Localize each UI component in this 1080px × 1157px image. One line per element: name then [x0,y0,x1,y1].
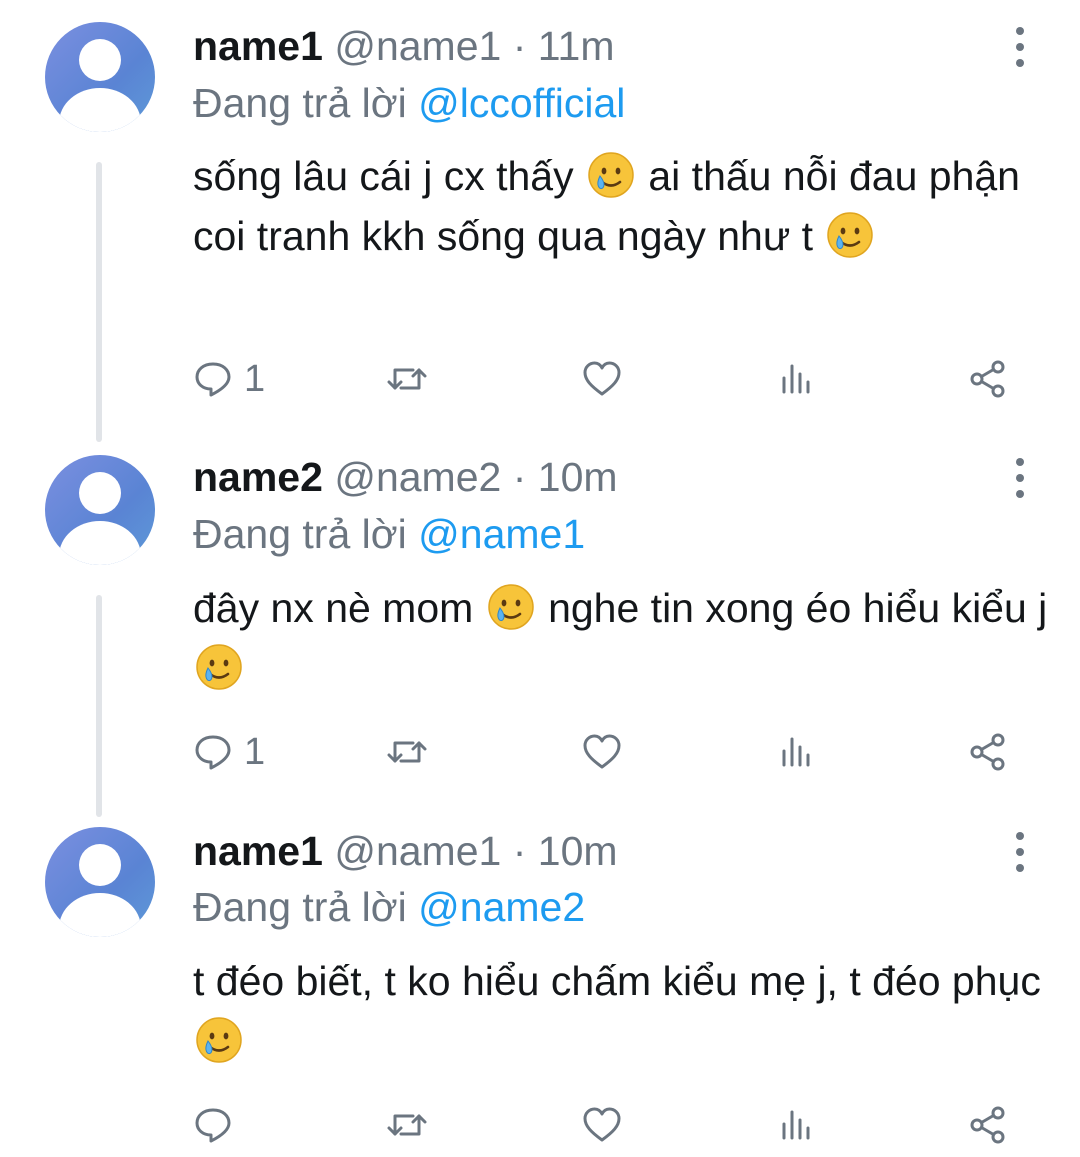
more-vertical-icon[interactable] [1008,458,1032,498]
thread-line [96,595,102,817]
tweet-header: name2 @name2 · 10m [193,453,618,501]
mention-link[interactable]: @name1 [418,511,585,557]
heart-icon [581,1104,623,1146]
analytics-button[interactable] [775,727,817,777]
like-button[interactable] [581,1100,623,1150]
reply-icon [192,358,234,400]
user-handle[interactable]: @name2 [334,454,501,500]
display-name[interactable]: name1 [193,828,323,874]
smiling-face-with-tear-icon [487,583,535,631]
avatar[interactable] [45,22,155,132]
separator-dot: · [512,454,527,500]
display-name[interactable]: name2 [193,454,323,500]
smiling-face-with-tear-icon [195,643,243,691]
more-vertical-icon[interactable] [1008,832,1032,872]
heart-icon [581,731,623,773]
share-icon [967,731,1009,773]
reply-button[interactable] [192,1100,244,1150]
reply-count: 1 [244,730,266,773]
reply-icon [192,1104,234,1146]
tweet-text-segment: đây nx nè mom [193,585,485,631]
reply-count: 1 [244,357,266,400]
avatar-body-icon [59,521,141,565]
tweet-text: t đéo biết, t ko hiểu chấm kiểu mẹ j, t … [193,951,1053,1071]
action-bar [0,1100,1080,1150]
avatar-body-icon [59,893,141,937]
analytics-button[interactable] [775,354,817,404]
retweet-button[interactable] [386,727,428,777]
tweet-text: sống lâu cái j cx thấy ai thấu nỗi đau p… [193,146,1053,266]
reply-icon [192,731,234,773]
action-bar: 1 [0,727,1080,777]
user-handle[interactable]: @name1 [334,23,501,69]
reply-button[interactable]: 1 [192,354,265,404]
timestamp[interactable]: 10m [538,828,618,874]
analytics-icon [775,731,817,773]
analytics-icon [775,358,817,400]
avatar-head-icon [79,39,121,81]
replying-label: Đang trả lời [193,884,407,930]
smiling-face-with-tear-icon [587,151,635,199]
retweet-icon [386,731,428,773]
tweet-header: name1 @name1 · 11m [193,22,615,70]
share-button[interactable] [967,727,1009,777]
separator-dot: · [512,23,527,69]
tweet-text: đây nx nè mom nghe tin xong éo hiểu kiểu… [193,578,1053,698]
like-button[interactable] [581,727,623,777]
replying-label: Đang trả lời [193,511,407,557]
share-icon [967,358,1009,400]
user-handle[interactable]: @name1 [334,828,501,874]
analytics-button[interactable] [775,1100,817,1150]
timestamp[interactable]: 10m [538,454,618,500]
share-button[interactable] [967,1100,1009,1150]
tweet-text-segment: sống lâu cái j cx thấy [193,153,585,199]
smiling-face-with-tear-icon [826,211,874,259]
more-vertical-icon[interactable] [1008,27,1032,67]
replying-to: Đang trả lời @name2 [193,883,585,931]
retweet-icon [386,1104,428,1146]
replying-to: Đang trả lời @name1 [193,510,585,558]
avatar-head-icon [79,844,121,886]
replying-to: Đang trả lời @lccofficial [193,79,625,127]
tweet-text-segment: t đéo biết, t ko hiểu chấm kiểu mẹ j, t … [193,958,1041,1004]
smiling-face-with-tear-icon [195,1016,243,1064]
analytics-icon [775,1104,817,1146]
action-bar: 1 [0,354,1080,404]
separator-dot: · [512,828,527,874]
tweet-header: name1 @name1 · 10m [193,827,618,875]
heart-icon [581,358,623,400]
avatar-head-icon [79,472,121,514]
like-button[interactable] [581,354,623,404]
tweet-text-segment: nghe tin xong éo hiểu kiểu j [536,585,1048,631]
timestamp[interactable]: 11m [538,23,615,69]
retweet-icon [386,358,428,400]
reply-button[interactable]: 1 [192,727,265,777]
mention-link[interactable]: @lccofficial [418,80,625,126]
retweet-button[interactable] [386,1100,428,1150]
replying-label: Đang trả lời [193,80,407,126]
share-icon [967,1104,1009,1146]
avatar-body-icon [59,88,141,132]
retweet-button[interactable] [386,354,428,404]
avatar[interactable] [45,455,155,565]
share-button[interactable] [967,354,1009,404]
avatar[interactable] [45,827,155,937]
mention-link[interactable]: @name2 [418,884,585,930]
display-name[interactable]: name1 [193,23,323,69]
